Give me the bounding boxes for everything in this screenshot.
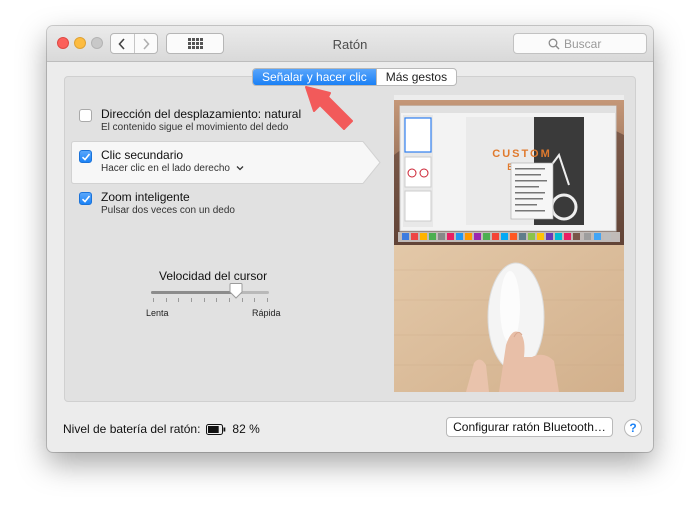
slider-thumb[interactable] [229,283,243,299]
natural-scroll-title: Dirección del desplazamiento: natural [101,107,302,121]
battery-label: Nivel de batería del ratón: [63,422,201,436]
slider-tick [191,298,192,302]
chevron-down-icon [236,166,244,171]
tracking-speed-slider[interactable] [151,291,269,294]
secondary-click-mode: Hacer clic en el lado derecho [101,163,230,174]
search-field[interactable]: Buscar [513,33,647,54]
secondary-click-checkbox[interactable] [79,150,92,163]
slider-fill [151,291,236,294]
gesture-preview-video: CUSTOM BIKES [394,95,624,392]
slider-tick [165,298,167,302]
slider-tick [254,298,256,302]
smart-zoom-title: Zoom inteligente [101,190,190,204]
svg-text:CUSTOM: CUSTOM [492,148,551,160]
title-bar: Ratón Buscar [47,26,653,62]
battery-value: 82 % [232,422,260,436]
natural-scroll-checkbox[interactable] [79,109,92,122]
slider-tick [203,298,205,302]
search-placeholder: Buscar [564,36,602,51]
tracking-speed-label: Velocidad del cursor [159,269,268,283]
slider-tick [153,298,154,302]
battery-icon [206,423,226,435]
smart-zoom-checkbox[interactable] [79,192,92,205]
slider-tick [216,298,218,302]
secondary-click-title: Clic secundario [101,148,184,162]
slider-tick [178,298,180,302]
slider-tick [267,298,268,302]
configure-bluetooth-mouse-button[interactable]: Configurar ratón Bluetooth… [446,417,613,437]
smart-zoom-subtitle: Pulsar dos veces con un dedo [101,205,235,216]
fast-label: Rápida [252,308,281,318]
help-button[interactable]: ? [624,419,642,437]
secondary-click-subtitle[interactable]: Hacer clic en el lado derecho [101,163,244,174]
checkmark-icon [81,195,91,203]
search-icon [548,38,560,50]
battery-status: Nivel de batería del ratón: 82 % [63,422,260,436]
slow-label: Lenta [146,308,169,318]
checkmark-icon [81,153,91,161]
annotation-arrow-icon [305,86,353,130]
natural-scroll-subtitle: El contenido sigue el movimiento del ded… [101,122,289,133]
